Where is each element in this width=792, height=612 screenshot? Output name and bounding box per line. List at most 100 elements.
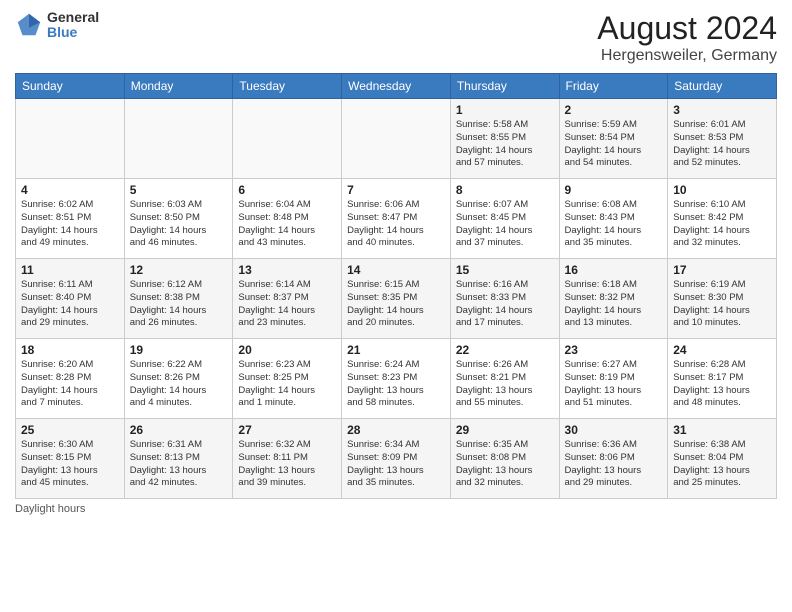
- page-container: General Blue August 2024 Hergensweiler, …: [0, 0, 792, 525]
- calendar-cell: 2 Sunrise: 5:59 AM Sunset: 8:54 PM Daylig…: [559, 99, 668, 179]
- day-info: Sunrise: 6:08 AM Sunset: 8:43 PM Dayligh…: [565, 199, 663, 250]
- day-info: Sunrise: 6:28 AM Sunset: 8:17 PM Dayligh…: [673, 359, 771, 410]
- day-number: 15: [456, 263, 554, 277]
- day-info: Sunrise: 6:22 AM Sunset: 8:26 PM Dayligh…: [130, 359, 228, 410]
- calendar-cell: 19 Sunrise: 6:22 AM Sunset: 8:26 PM Dayli…: [124, 339, 233, 419]
- day-info: Sunrise: 6:36 AM Sunset: 8:06 PM Dayligh…: [565, 439, 663, 490]
- calendar-cell: 13 Sunrise: 6:14 AM Sunset: 8:37 PM Dayli…: [233, 259, 342, 339]
- calendar-cell: 29Sunrise: 6:35 AM Sunset: 8:08 PM Dayli…: [450, 419, 559, 499]
- day-info: Sunrise: 6:06 AM Sunset: 8:47 PM Dayligh…: [347, 199, 445, 250]
- day-of-week-tuesday: Tuesday: [233, 74, 342, 99]
- calendar-cell: 23 Sunrise: 6:27 AM Sunset: 8:19 PM Dayli…: [559, 339, 668, 419]
- day-info: Sunrise: 6:01 AM Sunset: 8:53 PM Dayligh…: [673, 119, 771, 170]
- logo-icon: [15, 11, 43, 39]
- day-number: 1: [456, 103, 554, 117]
- day-number: 30: [565, 423, 663, 437]
- calendar-cell: 9 Sunrise: 6:08 AM Sunset: 8:43 PM Daylig…: [559, 179, 668, 259]
- calendar-cell: 20 Sunrise: 6:23 AM Sunset: 8:25 PM Dayli…: [233, 339, 342, 419]
- day-number: 22: [456, 343, 554, 357]
- day-number: 7: [347, 183, 445, 197]
- day-of-week-sunday: Sunday: [16, 74, 125, 99]
- calendar-cell: 3 Sunrise: 6:01 AM Sunset: 8:53 PM Daylig…: [668, 99, 777, 179]
- day-number: 19: [130, 343, 228, 357]
- day-number: 16: [565, 263, 663, 277]
- day-number: 10: [673, 183, 771, 197]
- day-info: Sunrise: 6:14 AM Sunset: 8:37 PM Dayligh…: [238, 279, 336, 330]
- calendar-cell: 31Sunrise: 6:38 AM Sunset: 8:04 PM Dayli…: [668, 419, 777, 499]
- calendar-week-3: 11 Sunrise: 6:11 AM Sunset: 8:40 PM Dayli…: [16, 259, 777, 339]
- day-number: 3: [673, 103, 771, 117]
- day-info: Sunrise: 6:02 AM Sunset: 8:51 PM Dayligh…: [21, 199, 119, 250]
- day-number: 29: [456, 423, 554, 437]
- day-info: Sunrise: 6:26 AM Sunset: 8:21 PM Dayligh…: [456, 359, 554, 410]
- calendar-cell: 4 Sunrise: 6:02 AM Sunset: 8:51 PM Daylig…: [16, 179, 125, 259]
- day-info: Sunrise: 5:59 AM Sunset: 8:54 PM Dayligh…: [565, 119, 663, 170]
- day-number: 5: [130, 183, 228, 197]
- day-info: Sunrise: 6:15 AM Sunset: 8:35 PM Dayligh…: [347, 279, 445, 330]
- title-block: August 2024 Hergensweiler, Germany: [597, 10, 777, 65]
- calendar-cell: 6Sunrise: 6:04 AM Sunset: 8:48 PM Daylig…: [233, 179, 342, 259]
- day-info: Sunrise: 5:58 AM Sunset: 8:55 PM Dayligh…: [456, 119, 554, 170]
- day-number: 17: [673, 263, 771, 277]
- calendar-week-5: 25Sunrise: 6:30 AM Sunset: 8:15 PM Dayli…: [16, 419, 777, 499]
- calendar-cell: 17 Sunrise: 6:19 AM Sunset: 8:30 PM Dayli…: [668, 259, 777, 339]
- calendar-cell: 21Sunrise: 6:24 AM Sunset: 8:23 PM Dayli…: [342, 339, 451, 419]
- day-number: 20: [238, 343, 336, 357]
- calendar-cell: 11 Sunrise: 6:11 AM Sunset: 8:40 PM Dayli…: [16, 259, 125, 339]
- days-of-week-row: SundayMondayTuesdayWednesdayThursdayFrid…: [16, 74, 777, 99]
- calendar-cell: [124, 99, 233, 179]
- day-info: Sunrise: 6:16 AM Sunset: 8:33 PM Dayligh…: [456, 279, 554, 330]
- day-number: 8: [456, 183, 554, 197]
- day-info: Sunrise: 6:31 AM Sunset: 8:13 PM Dayligh…: [130, 439, 228, 490]
- day-info: Sunrise: 6:18 AM Sunset: 8:32 PM Dayligh…: [565, 279, 663, 330]
- day-number: 9: [565, 183, 663, 197]
- day-info: Sunrise: 6:19 AM Sunset: 8:30 PM Dayligh…: [673, 279, 771, 330]
- daylight-note: Daylight hours: [15, 503, 85, 515]
- day-info: Sunrise: 6:27 AM Sunset: 8:19 PM Dayligh…: [565, 359, 663, 410]
- calendar-week-4: 18 Sunrise: 6:20 AM Sunset: 8:28 PM Dayli…: [16, 339, 777, 419]
- day-number: 13: [238, 263, 336, 277]
- calendar-cell: 28Sunrise: 6:34 AM Sunset: 8:09 PM Dayli…: [342, 419, 451, 499]
- day-info: Sunrise: 6:03 AM Sunset: 8:50 PM Dayligh…: [130, 199, 228, 250]
- calendar-subtitle: Hergensweiler, Germany: [597, 47, 777, 65]
- calendar-cell: 16 Sunrise: 6:18 AM Sunset: 8:32 PM Dayli…: [559, 259, 668, 339]
- calendar-cell: 22 Sunrise: 6:26 AM Sunset: 8:21 PM Dayli…: [450, 339, 559, 419]
- calendar-title: August 2024: [597, 10, 777, 47]
- day-number: 23: [565, 343, 663, 357]
- calendar-cell: 25Sunrise: 6:30 AM Sunset: 8:15 PM Dayli…: [16, 419, 125, 499]
- day-info: Sunrise: 6:04 AM Sunset: 8:48 PM Dayligh…: [238, 199, 336, 250]
- calendar-table: SundayMondayTuesdayWednesdayThursdayFrid…: [15, 73, 777, 499]
- calendar-cell: 15 Sunrise: 6:16 AM Sunset: 8:33 PM Dayli…: [450, 259, 559, 339]
- logo-line2: Blue: [47, 25, 99, 40]
- day-number: 2: [565, 103, 663, 117]
- day-info: Sunrise: 6:23 AM Sunset: 8:25 PM Dayligh…: [238, 359, 336, 410]
- day-number: 26: [130, 423, 228, 437]
- day-of-week-thursday: Thursday: [450, 74, 559, 99]
- calendar-week-1: 1 Sunrise: 5:58 AM Sunset: 8:55 PM Daylig…: [16, 99, 777, 179]
- page-header: General Blue August 2024 Hergensweiler, …: [15, 10, 777, 65]
- day-number: 14: [347, 263, 445, 277]
- day-info: Sunrise: 6:30 AM Sunset: 8:15 PM Dayligh…: [21, 439, 119, 490]
- day-number: 31: [673, 423, 771, 437]
- calendar-cell: 18 Sunrise: 6:20 AM Sunset: 8:28 PM Dayli…: [16, 339, 125, 419]
- calendar-cell: 14 Sunrise: 6:15 AM Sunset: 8:35 PM Dayli…: [342, 259, 451, 339]
- day-of-week-monday: Monday: [124, 74, 233, 99]
- day-info: Sunrise: 6:10 AM Sunset: 8:42 PM Dayligh…: [673, 199, 771, 250]
- day-of-week-wednesday: Wednesday: [342, 74, 451, 99]
- calendar-cell: 8 Sunrise: 6:07 AM Sunset: 8:45 PM Daylig…: [450, 179, 559, 259]
- day-info: Sunrise: 6:11 AM Sunset: 8:40 PM Dayligh…: [21, 279, 119, 330]
- calendar-cell: 30 Sunrise: 6:36 AM Sunset: 8:06 PM Dayli…: [559, 419, 668, 499]
- day-info: Sunrise: 6:24 AM Sunset: 8:23 PM Dayligh…: [347, 359, 445, 410]
- calendar-cell: 12Sunrise: 6:12 AM Sunset: 8:38 PM Dayli…: [124, 259, 233, 339]
- day-number: 4: [21, 183, 119, 197]
- day-info: Sunrise: 6:07 AM Sunset: 8:45 PM Dayligh…: [456, 199, 554, 250]
- calendar-cell: 1 Sunrise: 5:58 AM Sunset: 8:55 PM Daylig…: [450, 99, 559, 179]
- logo: General Blue: [15, 10, 99, 41]
- calendar-cell: 26 Sunrise: 6:31 AM Sunset: 8:13 PM Dayli…: [124, 419, 233, 499]
- day-number: 18: [21, 343, 119, 357]
- calendar-week-2: 4 Sunrise: 6:02 AM Sunset: 8:51 PM Daylig…: [16, 179, 777, 259]
- day-number: 11: [21, 263, 119, 277]
- footer-note: Daylight hours: [15, 503, 777, 515]
- calendar-cell: [342, 99, 451, 179]
- day-info: Sunrise: 6:20 AM Sunset: 8:28 PM Dayligh…: [21, 359, 119, 410]
